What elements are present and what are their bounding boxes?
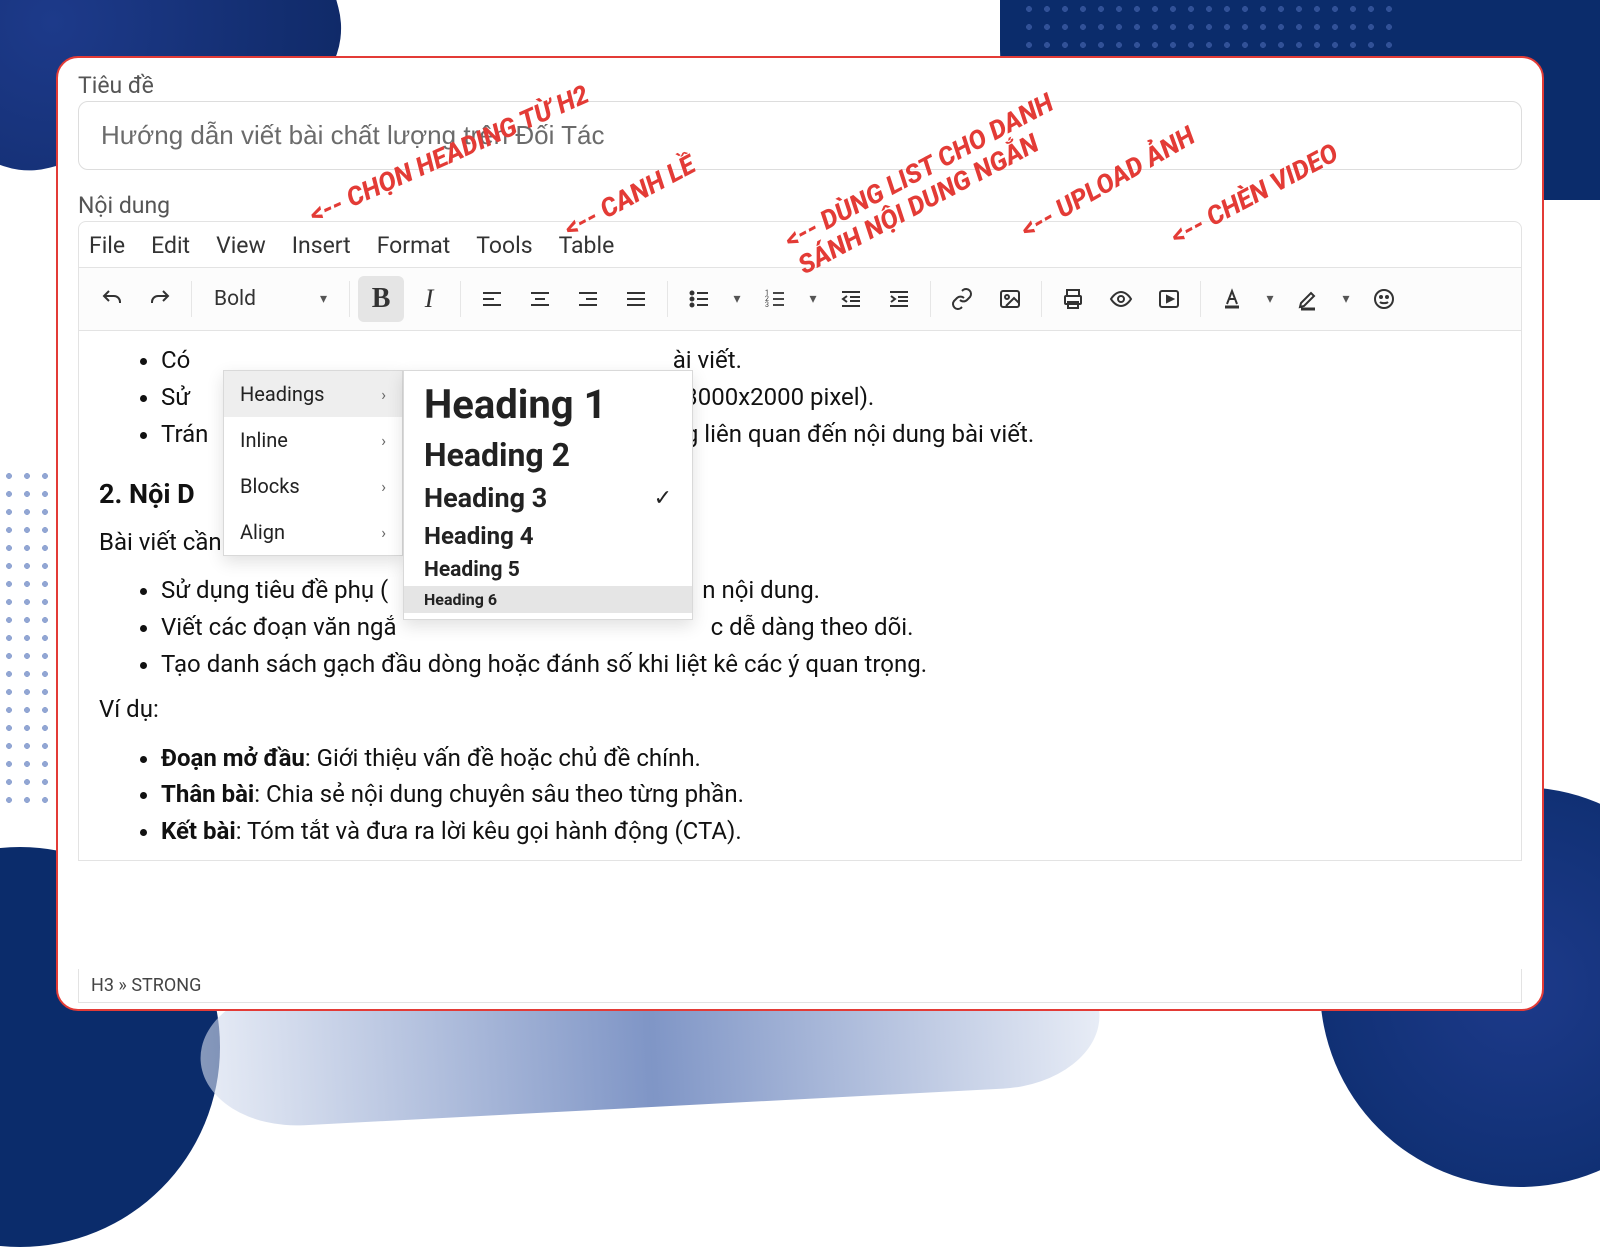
bold-button[interactable]: B	[358, 276, 404, 322]
align-right-button[interactable]	[565, 276, 611, 322]
text-color-dropdown[interactable]: ▾	[1257, 276, 1283, 322]
number-list-button[interactable]: 123	[752, 276, 798, 322]
dropdown-item-align[interactable]: Align ›	[224, 509, 402, 555]
content-label: Nội dung	[78, 192, 1522, 219]
list-item: Sử dụng tiêu đề phụ (___________________…	[161, 573, 1501, 608]
number-list-dropdown[interactable]: ▾	[800, 276, 826, 322]
toolbar-separator	[930, 281, 931, 317]
title-input[interactable]	[78, 101, 1522, 170]
align-justify-button[interactable]	[613, 276, 659, 322]
redo-button[interactable]	[137, 276, 183, 322]
italic-button[interactable]: I	[406, 276, 452, 322]
menu-format[interactable]: Format	[377, 232, 451, 259]
highlight-button[interactable]	[1285, 276, 1331, 322]
heading-option-label: Heading 4	[424, 522, 534, 550]
menu-file[interactable]: File	[89, 232, 125, 259]
highlight-dropdown[interactable]: ▾	[1333, 276, 1359, 322]
chevron-down-icon: ▾	[320, 291, 327, 307]
heading-4-option[interactable]: Heading 4	[404, 518, 692, 554]
heading-3-option[interactable]: Heading 3 ✓	[404, 478, 692, 518]
dropdown-item-blocks[interactable]: Blocks ›	[224, 463, 402, 509]
chevron-right-icon: ›	[381, 385, 386, 404]
dropdown-item-label: Align	[240, 520, 285, 544]
font-family-value: Bold	[214, 287, 256, 311]
heading-option-label: Heading 2	[424, 436, 570, 474]
chevron-down-icon: ▾	[734, 291, 741, 307]
heading-1-option[interactable]: Heading 1	[404, 377, 692, 432]
chevron-right-icon: ›	[381, 431, 386, 450]
toolbar-separator	[460, 281, 461, 317]
title-label: Tiêu đề	[78, 72, 1522, 99]
emoji-button[interactable]	[1361, 276, 1407, 322]
paragraph: Ví dụ:	[99, 692, 1501, 727]
preview-button[interactable]	[1098, 276, 1144, 322]
heading-option-label: Heading 5	[424, 558, 520, 582]
toolbar-separator	[349, 281, 350, 317]
outdent-button[interactable]	[828, 276, 874, 322]
headings-submenu: Heading 1 Heading 2 Heading 3 ✓ Heading 4…	[403, 370, 693, 620]
image-button[interactable]	[987, 276, 1033, 322]
toolbar-separator	[667, 281, 668, 317]
heading-option-label: Heading 1	[424, 381, 607, 428]
align-center-button[interactable]	[517, 276, 563, 322]
list-item: Kết bài: Tóm tắt và đưa ra lời kêu gọi h…	[161, 814, 1501, 849]
chevron-down-icon: ▾	[810, 291, 817, 307]
list-item: Thân bài: Chia sẻ nội dung chuyên sâu th…	[161, 777, 1501, 812]
menu-insert[interactable]: Insert	[292, 232, 351, 259]
format-dropdown: Headings › Inline › Blocks › Align ›	[223, 370, 403, 556]
chevron-down-icon: ▾	[1343, 291, 1350, 307]
font-family-select[interactable]: Bold ▾	[200, 276, 341, 322]
heading-6-option[interactable]: Heading 6	[404, 586, 692, 613]
undo-button[interactable]	[89, 276, 135, 322]
toolbar-separator	[1200, 281, 1201, 317]
heading-2-option[interactable]: Heading 2	[404, 432, 692, 478]
text-color-button[interactable]	[1209, 276, 1255, 322]
toolbar: Bold ▾ B I ▾ 123 ▾	[78, 267, 1522, 331]
dropdown-item-label: Headings	[240, 382, 325, 406]
link-button[interactable]	[939, 276, 985, 322]
list-item: Đoạn mở đầu: Giới thiệu vấn đề hoặc chủ …	[161, 741, 1501, 776]
check-icon: ✓	[654, 486, 672, 511]
chevron-right-icon: ›	[381, 523, 386, 542]
print-button[interactable]	[1050, 276, 1096, 322]
dropdown-item-label: Blocks	[240, 474, 300, 498]
list-item: Tạo danh sách gạch đầu dòng hoặc đánh số…	[161, 647, 1501, 682]
italic-icon: I	[425, 284, 434, 314]
menu-tools[interactable]: Tools	[476, 232, 532, 259]
list-item: Viết các đoạn văn ngắ___________________…	[161, 610, 1501, 645]
chevron-down-icon: ▾	[1267, 291, 1274, 307]
heading-5-option[interactable]: Heading 5	[404, 554, 692, 586]
heading-option-label: Heading 3	[424, 482, 547, 514]
svg-text:3: 3	[765, 301, 769, 309]
element-path[interactable]: H3 » STRONG	[91, 975, 201, 996]
dropdown-item-headings[interactable]: Headings ›	[224, 371, 402, 417]
media-button[interactable]	[1146, 276, 1192, 322]
align-left-button[interactable]	[469, 276, 515, 322]
status-bar: H3 » STRONG	[78, 969, 1522, 1003]
menu-table[interactable]: Table	[559, 232, 615, 259]
toolbar-separator	[191, 281, 192, 317]
dropdown-item-inline[interactable]: Inline ›	[224, 417, 402, 463]
menu-edit[interactable]: Edit	[151, 232, 190, 259]
chevron-right-icon: ›	[381, 477, 386, 496]
heading-option-label: Heading 6	[424, 590, 497, 609]
bullet-list-dropdown[interactable]: ▾	[724, 276, 750, 322]
toolbar-separator	[1041, 281, 1042, 317]
menu-view[interactable]: View	[216, 232, 266, 259]
editor-panel: Tiêu đề Nội dung File Edit View Insert F…	[56, 56, 1544, 1011]
bold-icon: B	[372, 283, 391, 315]
dropdown-item-label: Inline	[240, 428, 288, 452]
bullet-list-button[interactable]	[676, 276, 722, 322]
menubar: File Edit View Insert Format Tools Table	[78, 221, 1522, 267]
indent-button[interactable]	[876, 276, 922, 322]
